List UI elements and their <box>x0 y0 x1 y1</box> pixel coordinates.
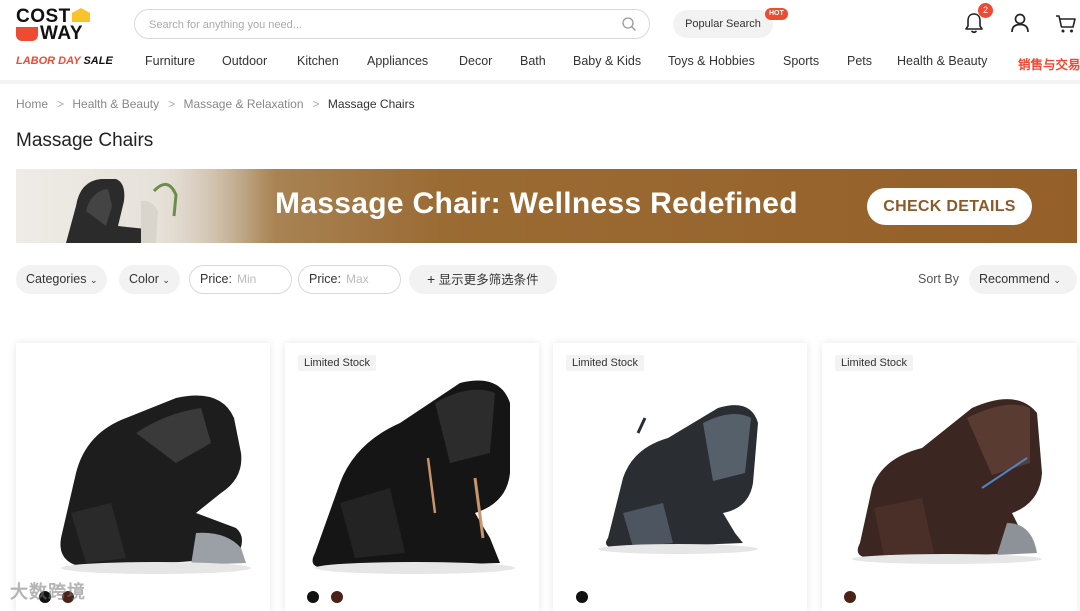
color-filter[interactable]: Color ⌄ <box>119 265 180 294</box>
sort-by-label: Sort By <box>918 272 959 286</box>
promo-banner[interactable]: Massage Chair: Wellness Redefined CHECK … <box>16 169 1077 243</box>
color-swatch[interactable] <box>307 591 319 603</box>
nav-item-outdoor[interactable]: Outdoor <box>222 54 267 68</box>
nav-item-toys-hobbies[interactable]: Toys & Hobbies <box>668 54 755 68</box>
product-image <box>312 380 515 574</box>
nav-item-sports[interactable]: Sports <box>783 54 819 68</box>
cart-icon[interactable] <box>1053 10 1079 36</box>
price-min-field[interactable]: Price: Min <box>189 265 292 294</box>
more-filters-button[interactable]: + 显示更多筛选条件 <box>409 265 557 294</box>
color-swatch[interactable] <box>576 591 588 603</box>
product-image <box>60 395 251 574</box>
product-card[interactable]: Limited Stock <box>553 343 807 611</box>
color-swatch[interactable] <box>844 591 856 603</box>
nav-item-kitchen[interactable]: Kitchen <box>297 54 339 68</box>
popular-search-button[interactable]: Popular Search <box>673 10 773 38</box>
product-card[interactable] <box>16 343 270 611</box>
breadcrumb-health-beauty[interactable]: Health & Beauty <box>72 97 159 111</box>
chevron-down-icon: ⌄ <box>1053 275 1061 285</box>
notification-count-badge: 2 <box>978 3 993 18</box>
color-swatch[interactable] <box>331 591 343 603</box>
search-input[interactable] <box>149 16 609 34</box>
breadcrumb-home[interactable]: Home <box>16 97 48 111</box>
page-title: Massage Chairs <box>16 130 154 151</box>
product-card[interactable]: Limited Stock <box>285 343 539 611</box>
check-details-button[interactable]: CHECK DETAILS <box>867 188 1032 225</box>
banner-chair-image <box>66 179 178 243</box>
search-bar <box>134 9 650 39</box>
chevron-down-icon: ⌄ <box>89 275 98 285</box>
labor-day-sale-link[interactable]: LABOR DAY SALE <box>16 55 113 67</box>
sort-select[interactable]: Recommend ⌄ <box>969 265 1077 294</box>
top-header: COST WAY Popular Search HOT 2 <box>0 0 1080 48</box>
nav-item-appliances[interactable]: Appliances <box>367 54 428 68</box>
watermark: 大数跨境 <box>10 582 86 602</box>
banner-headline: Massage Chair: Wellness Redefined <box>275 187 798 220</box>
nav-item-pets[interactable]: Pets <box>847 54 872 68</box>
search-icon[interactable] <box>621 16 637 32</box>
nav-item-health-beauty[interactable]: Health & Beauty <box>897 54 987 68</box>
hot-badge: HOT <box>765 8 788 20</box>
nav-item-furniture[interactable]: Furniture <box>145 54 195 68</box>
plus-icon: + <box>427 271 436 287</box>
product-card[interactable]: Limited Stock <box>822 343 1077 611</box>
categories-filter[interactable]: Categories ⌄ <box>16 265 108 294</box>
nav-item-deals[interactable]: 销售与交易 <box>1018 54 1080 73</box>
nav-item-baby-kids[interactable]: Baby & Kids <box>573 54 641 68</box>
breadcrumb-current: Massage Chairs <box>327 97 415 111</box>
nav-item-decor[interactable]: Decor <box>459 54 492 68</box>
breadcrumb: Home > Health & Beauty > Massage & Relaxat… <box>16 97 415 111</box>
chevron-down-icon: ⌄ <box>162 275 170 285</box>
product-image <box>598 405 758 554</box>
price-max-field[interactable]: Price: Max <box>298 265 401 294</box>
account-icon[interactable] <box>1007 10 1033 36</box>
costway-logo[interactable]: COST WAY <box>16 6 94 44</box>
nav-item-bath[interactable]: Bath <box>520 54 546 68</box>
header-divider <box>0 80 1080 84</box>
breadcrumb-massage-relaxation[interactable]: Massage & Relaxation <box>183 97 303 111</box>
product-image <box>852 399 1042 564</box>
category-nav: LABOR DAY SALE Furniture Outdoor Kitchen… <box>0 48 1080 78</box>
